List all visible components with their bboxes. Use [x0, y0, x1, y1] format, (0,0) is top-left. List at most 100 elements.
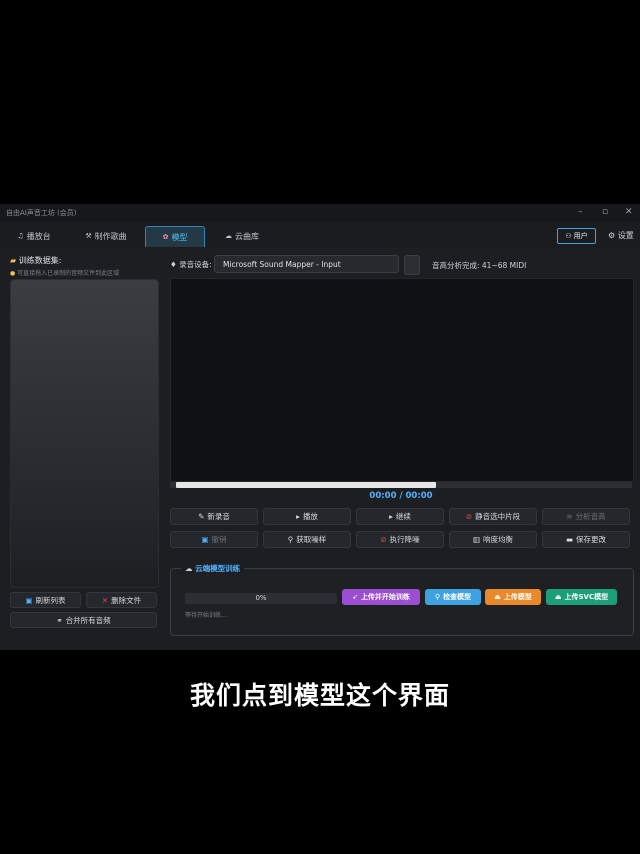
user-label: 用户	[573, 232, 588, 240]
minimize-icon[interactable]: –	[578, 207, 583, 217]
refresh-list-button[interactable]: ▣ 刷新列表	[10, 592, 81, 608]
button-label: 继续	[395, 512, 411, 521]
user-icon: ⚇	[565, 232, 572, 240]
search-icon: ⚲	[434, 593, 441, 601]
delete-icon: ✕	[101, 595, 109, 605]
cloud-icon: ☁	[225, 232, 232, 240]
button-label: 撤销	[211, 535, 227, 544]
tab-bar: ♫ 播放台 ⚒ 制作歌曲 ✿ 模型 ☁ 云曲库	[0, 222, 640, 248]
upload-and-train-button[interactable]: ➶ 上传并开始训练	[342, 589, 420, 605]
upload-icon: ⏏	[494, 593, 501, 601]
button-label: 上传模型	[503, 593, 532, 601]
tools-icon: ⚒	[85, 232, 92, 240]
button-label: 分析音高	[575, 512, 606, 521]
merge-audio-button[interactable]: ⚭ 合并所有音频	[10, 612, 157, 628]
scrollbar-thumb[interactable]	[176, 482, 436, 488]
cloud-title-text: 云端模型训练	[195, 564, 241, 573]
cloud-training-title: ☁ 云端模型训练	[181, 563, 245, 574]
loudness-normalize-button[interactable]: ▥ 响度均衡	[449, 531, 537, 548]
waveform-scrollbar[interactable]	[170, 482, 632, 488]
tab-model[interactable]: ✿ 模型	[145, 226, 205, 247]
progress-text: 0%	[255, 594, 267, 602]
mute-icon: ⊘	[465, 512, 473, 521]
check-model-button[interactable]: ⚲ 检查模型	[425, 589, 481, 605]
title-bar: 自由AI声音工坊 (会员) – ▫ ✕	[0, 204, 640, 222]
folder-icon: ▰	[10, 256, 17, 265]
user-button[interactable]: ⚇ 用户	[557, 228, 596, 244]
microphone-icon: ✎	[198, 512, 205, 521]
button-label: 上传SVC模型	[564, 593, 609, 601]
button-label: 执行降噪	[389, 535, 420, 544]
tab-label: 播放台	[26, 231, 51, 241]
undo-button[interactable]: ▣ 撤销	[170, 531, 258, 548]
analyze-pitch-button[interactable]: ≋ 分析音高	[542, 508, 630, 525]
device-label: ♦ 录音设备:	[170, 259, 212, 270]
device-refresh-button[interactable]	[404, 255, 420, 275]
dataset-title-text: 训练数据集:	[18, 256, 62, 265]
play-icon: ▸	[296, 512, 300, 521]
button-label: 静音选中片段	[475, 512, 521, 521]
tab-make-song[interactable]: ⚒ 制作歌曲	[82, 226, 130, 246]
upload-model-button[interactable]: ⏏ 上传模型	[485, 589, 541, 605]
settings-button[interactable]: ⚙ 设置	[608, 230, 634, 241]
dataset-hint-text: 可直接拖入已录制的音频文件到此区域	[17, 270, 120, 277]
pitch-status: 音高分析完成: 41~68 MIDI	[432, 261, 527, 270]
rocket-icon: ➶	[352, 593, 358, 601]
denoise-button[interactable]: ⊘ 执行降噪	[356, 531, 444, 548]
tab-label: 模型	[171, 232, 188, 242]
cloud-icon: ☁	[185, 564, 193, 573]
play-button[interactable]: ▸ 播放	[263, 508, 351, 525]
mute-selection-button[interactable]: ⊘ 静音选中片段	[449, 508, 537, 525]
tab-cloud-library[interactable]: ☁ 云曲库	[220, 226, 264, 246]
tab-label: 制作歌曲	[94, 231, 127, 241]
file-list[interactable]	[10, 279, 159, 588]
gear-icon: ⚙	[608, 231, 616, 240]
app-window: 自由AI声音工坊 (会员) – ▫ ✕ ♫ 播放台 ⚒ 制作歌曲 ✿ 模型 ☁ …	[0, 204, 640, 650]
settings-label: 设置	[617, 231, 634, 240]
tab-label: 云曲库	[235, 231, 259, 241]
close-icon[interactable]: ✕	[625, 207, 633, 217]
chart-icon: ≋	[566, 512, 573, 521]
window-title: 自由AI声音工坊 (会员)	[6, 209, 77, 217]
bulb-icon: ●	[10, 270, 16, 277]
button-label: 检查模型	[443, 593, 472, 601]
delete-file-button[interactable]: ✕ 删除文件	[86, 592, 157, 608]
dataset-title: ▰ 训练数据集:	[10, 255, 61, 266]
button-label: 保存更改	[576, 535, 607, 544]
tab-player[interactable]: ♫ 播放台	[12, 226, 56, 246]
brain-icon: ✿	[162, 233, 169, 241]
bar-chart-icon: ▥	[472, 535, 481, 544]
training-progress-bar: 0%	[185, 593, 337, 604]
device-value: Microsoft Sound Mapper - Input	[223, 259, 341, 269]
waveform-view[interactable]	[170, 278, 634, 482]
device-select[interactable]: Microsoft Sound Mapper - Input	[214, 255, 399, 273]
upload-svc-model-button[interactable]: ⏏ 上传SVC模型	[546, 589, 617, 605]
search-icon: ⚲	[287, 535, 294, 544]
main-panel: ♦ 录音设备: Microsoft Sound Mapper - Input 音…	[168, 250, 640, 650]
merge-label: 合并所有音频	[65, 615, 111, 625]
music-icon: ♫	[17, 232, 24, 240]
button-label: 获取噪样	[296, 535, 327, 544]
save-changes-button[interactable]: ▬ 保存更改	[542, 531, 630, 548]
video-caption: 我们点到模型这个界面	[189, 681, 450, 710]
refresh-icon: ▣	[25, 595, 33, 605]
maximize-icon[interactable]: ▫	[602, 207, 608, 217]
button-label: 新录音	[207, 512, 230, 521]
get-noise-sample-button[interactable]: ⚲ 获取噪样	[263, 531, 351, 548]
speaker-mute-icon: ⊘	[380, 535, 387, 544]
undo-icon: ▣	[201, 535, 209, 544]
dataset-hint: ● 可直接拖入已录制的音频文件到此区域	[10, 268, 119, 277]
delete-label: 删除文件	[111, 595, 142, 605]
new-recording-button[interactable]: ✎ 新录音	[170, 508, 258, 525]
button-label: 响度均衡	[483, 535, 514, 544]
continue-button[interactable]: ▸ 继续	[356, 508, 444, 525]
link-icon: ⚭	[56, 615, 63, 625]
microphone-icon: ♦	[170, 260, 177, 269]
training-status: 等待开始训练...	[185, 612, 227, 619]
play-icon: ▸	[389, 512, 393, 521]
save-icon: ▬	[565, 535, 574, 544]
device-label-text: 录音设备:	[179, 260, 212, 269]
upload-icon: ⏏	[554, 593, 562, 601]
button-label: 上传并开始训练	[360, 593, 410, 601]
time-display: 00:00 / 00:00	[369, 491, 433, 501]
